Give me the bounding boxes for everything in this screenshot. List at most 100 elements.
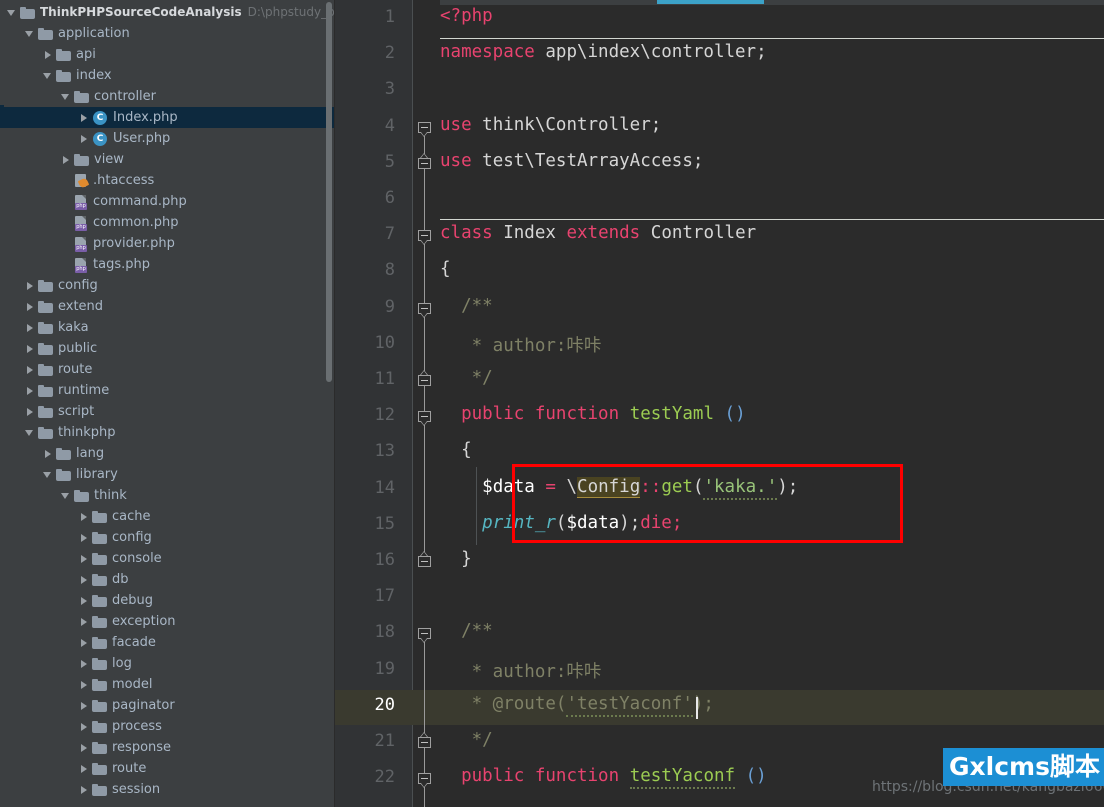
chevron-right-icon[interactable] [24,322,35,333]
code-content[interactable]: <?php namespace app\index\controller; use … [440,0,1104,807]
chevron-down-icon[interactable] [60,490,71,501]
tree-item-response[interactable]: response [0,737,335,758]
tree-item-command-php[interactable]: php command.php [0,191,335,212]
chevron-down-icon[interactable] [42,469,53,480]
code-line-7[interactable]: class Index extends Controller [440,223,756,243]
fold-toggle-line-9[interactable] [418,302,431,318]
sidebar-scrollbar[interactable] [326,2,332,382]
tree-item-library[interactable]: library [0,464,335,485]
fold-toggle-line-21[interactable] [418,732,431,750]
tree-item-debug[interactable]: debug [0,590,335,611]
chevron-right-icon[interactable] [78,784,89,795]
tree-item-route[interactable]: route [0,359,335,380]
tree-item-process[interactable]: process [0,716,335,737]
chevron-right-icon[interactable] [42,448,53,459]
code-line-1[interactable]: <?php [440,6,493,26]
tree-item-tags-php[interactable]: php tags.php [0,254,335,275]
tree-item-provider-php[interactable]: php provider.php [0,233,335,254]
code-line-12[interactable]: public function testYaml () [440,404,746,424]
chevron-right-icon[interactable] [78,679,89,690]
code-line-18[interactable]: /** [440,621,493,641]
code-line-22[interactable]: public function testYaconf () [440,766,767,790]
tree-item-log[interactable]: log [0,653,335,674]
chevron-right-icon[interactable] [78,658,89,669]
chevron-right-icon[interactable] [78,742,89,753]
project-tree-panel[interactable]: ThinkPHPSourceCodeAnalysis D:\phpstudy_pr… [0,0,335,807]
chevron-right-icon[interactable] [78,700,89,711]
code-line-2[interactable]: namespace app\index\controller; [440,42,767,62]
tree-item-application[interactable]: application [0,23,335,44]
chevron-right-icon[interactable] [78,616,89,627]
tree-item-session[interactable]: session [0,779,335,800]
tree-item-thinkphp[interactable]: thinkphp [0,422,335,443]
code-line-13[interactable]: { [440,440,472,460]
code-editor[interactable]: 1 2 3 4 5 6 7 8 9 10 11 12 13 14 15 16 17 18 19 20 21 22 <?ph… [335,0,1104,807]
fold-toggle-line-7[interactable] [418,230,431,246]
code-line-20[interactable]: * @route('testYaconf'); [440,693,714,717]
tree-item-think[interactable]: think [0,485,335,506]
chevron-right-icon[interactable] [78,511,89,522]
chevron-right-icon[interactable] [78,112,89,123]
chevron-right-icon[interactable] [78,532,89,543]
chevron-right-icon[interactable] [78,553,89,564]
tree-item-db[interactable]: db [0,569,335,590]
tree-item-route[interactable]: route [0,758,335,779]
chevron-right-icon[interactable] [24,364,35,375]
code-line-16[interactable]: } [440,549,472,569]
tree-item-index-php[interactable]: C Index.php [0,107,335,128]
code-line-14[interactable]: $data = \Config::get('kaka.'); [440,476,798,500]
tree-item-view[interactable]: view [0,149,335,170]
tree-item-api[interactable]: api [0,44,335,65]
fold-toggle-line-5[interactable] [418,152,431,171]
code-line-4[interactable]: use think\Controller; [440,115,661,135]
fold-toggle-line-16[interactable] [418,551,431,569]
tree-item-console[interactable]: console [0,548,335,569]
fold-toggle-line-12[interactable] [418,411,431,427]
fold-toggle-line-18[interactable] [418,628,431,644]
tree-item-paginator[interactable]: paginator [0,695,335,716]
code-line-5[interactable]: use test\TestArrayAccess; [440,151,703,171]
chevron-right-icon[interactable] [78,574,89,585]
chevron-right-icon[interactable] [60,154,71,165]
project-tree[interactable]: ThinkPHPSourceCodeAnalysis D:\phpstudy_pr… [0,0,335,800]
tree-item-exception[interactable]: exception [0,611,335,632]
chevron-right-icon[interactable] [78,637,89,648]
tree-item-runtime[interactable]: runtime [0,380,335,401]
code-line-10[interactable]: * author:咔咔 [440,332,602,357]
tree-item-facade[interactable]: facade [0,632,335,653]
code-line-21[interactable]: */ [440,730,493,750]
tree-item-user-php[interactable]: C User.php [0,128,335,149]
chevron-right-icon[interactable] [24,385,35,396]
tree-item-extend[interactable]: extend [0,296,335,317]
tree-item-index[interactable]: index [0,65,335,86]
fold-toggle-line-22[interactable] [418,773,431,789]
tree-item-config[interactable]: config [0,275,335,296]
chevron-right-icon[interactable] [78,133,89,144]
chevron-right-icon[interactable] [24,301,35,312]
tree-item-htaccess[interactable]: .htaccess [0,170,335,191]
chevron-down-icon[interactable] [24,427,35,438]
fold-toggle-line-4[interactable] [418,121,431,137]
tree-item-config[interactable]: config [0,527,335,548]
code-line-19[interactable]: * author:咔咔 [440,658,602,683]
chevron-right-icon[interactable] [24,406,35,417]
tree-item-script[interactable]: script [0,401,335,422]
chevron-right-icon[interactable] [78,721,89,732]
tree-item-controller[interactable]: controller [0,86,335,107]
code-line-11[interactable]: */ [440,368,493,388]
chevron-right-icon[interactable] [24,343,35,354]
tree-item-lang[interactable]: lang [0,443,335,464]
tree-item-model[interactable]: model [0,674,335,695]
code-line-9[interactable]: /** [440,296,493,316]
chevron-right-icon[interactable] [42,49,53,60]
tree-item-common-php[interactable]: php common.php [0,212,335,233]
chevron-right-icon[interactable] [78,763,89,774]
tree-item-kaka[interactable]: kaka [0,317,335,338]
tree-item-cache[interactable]: cache [0,506,335,527]
chevron-down-icon[interactable] [60,91,71,102]
chevron-down-icon[interactable] [42,70,53,81]
code-line-8[interactable]: { [440,259,451,279]
chevron-right-icon[interactable] [24,280,35,291]
fold-toggle-line-11[interactable] [418,370,431,388]
chevron-down-icon[interactable] [6,7,17,18]
